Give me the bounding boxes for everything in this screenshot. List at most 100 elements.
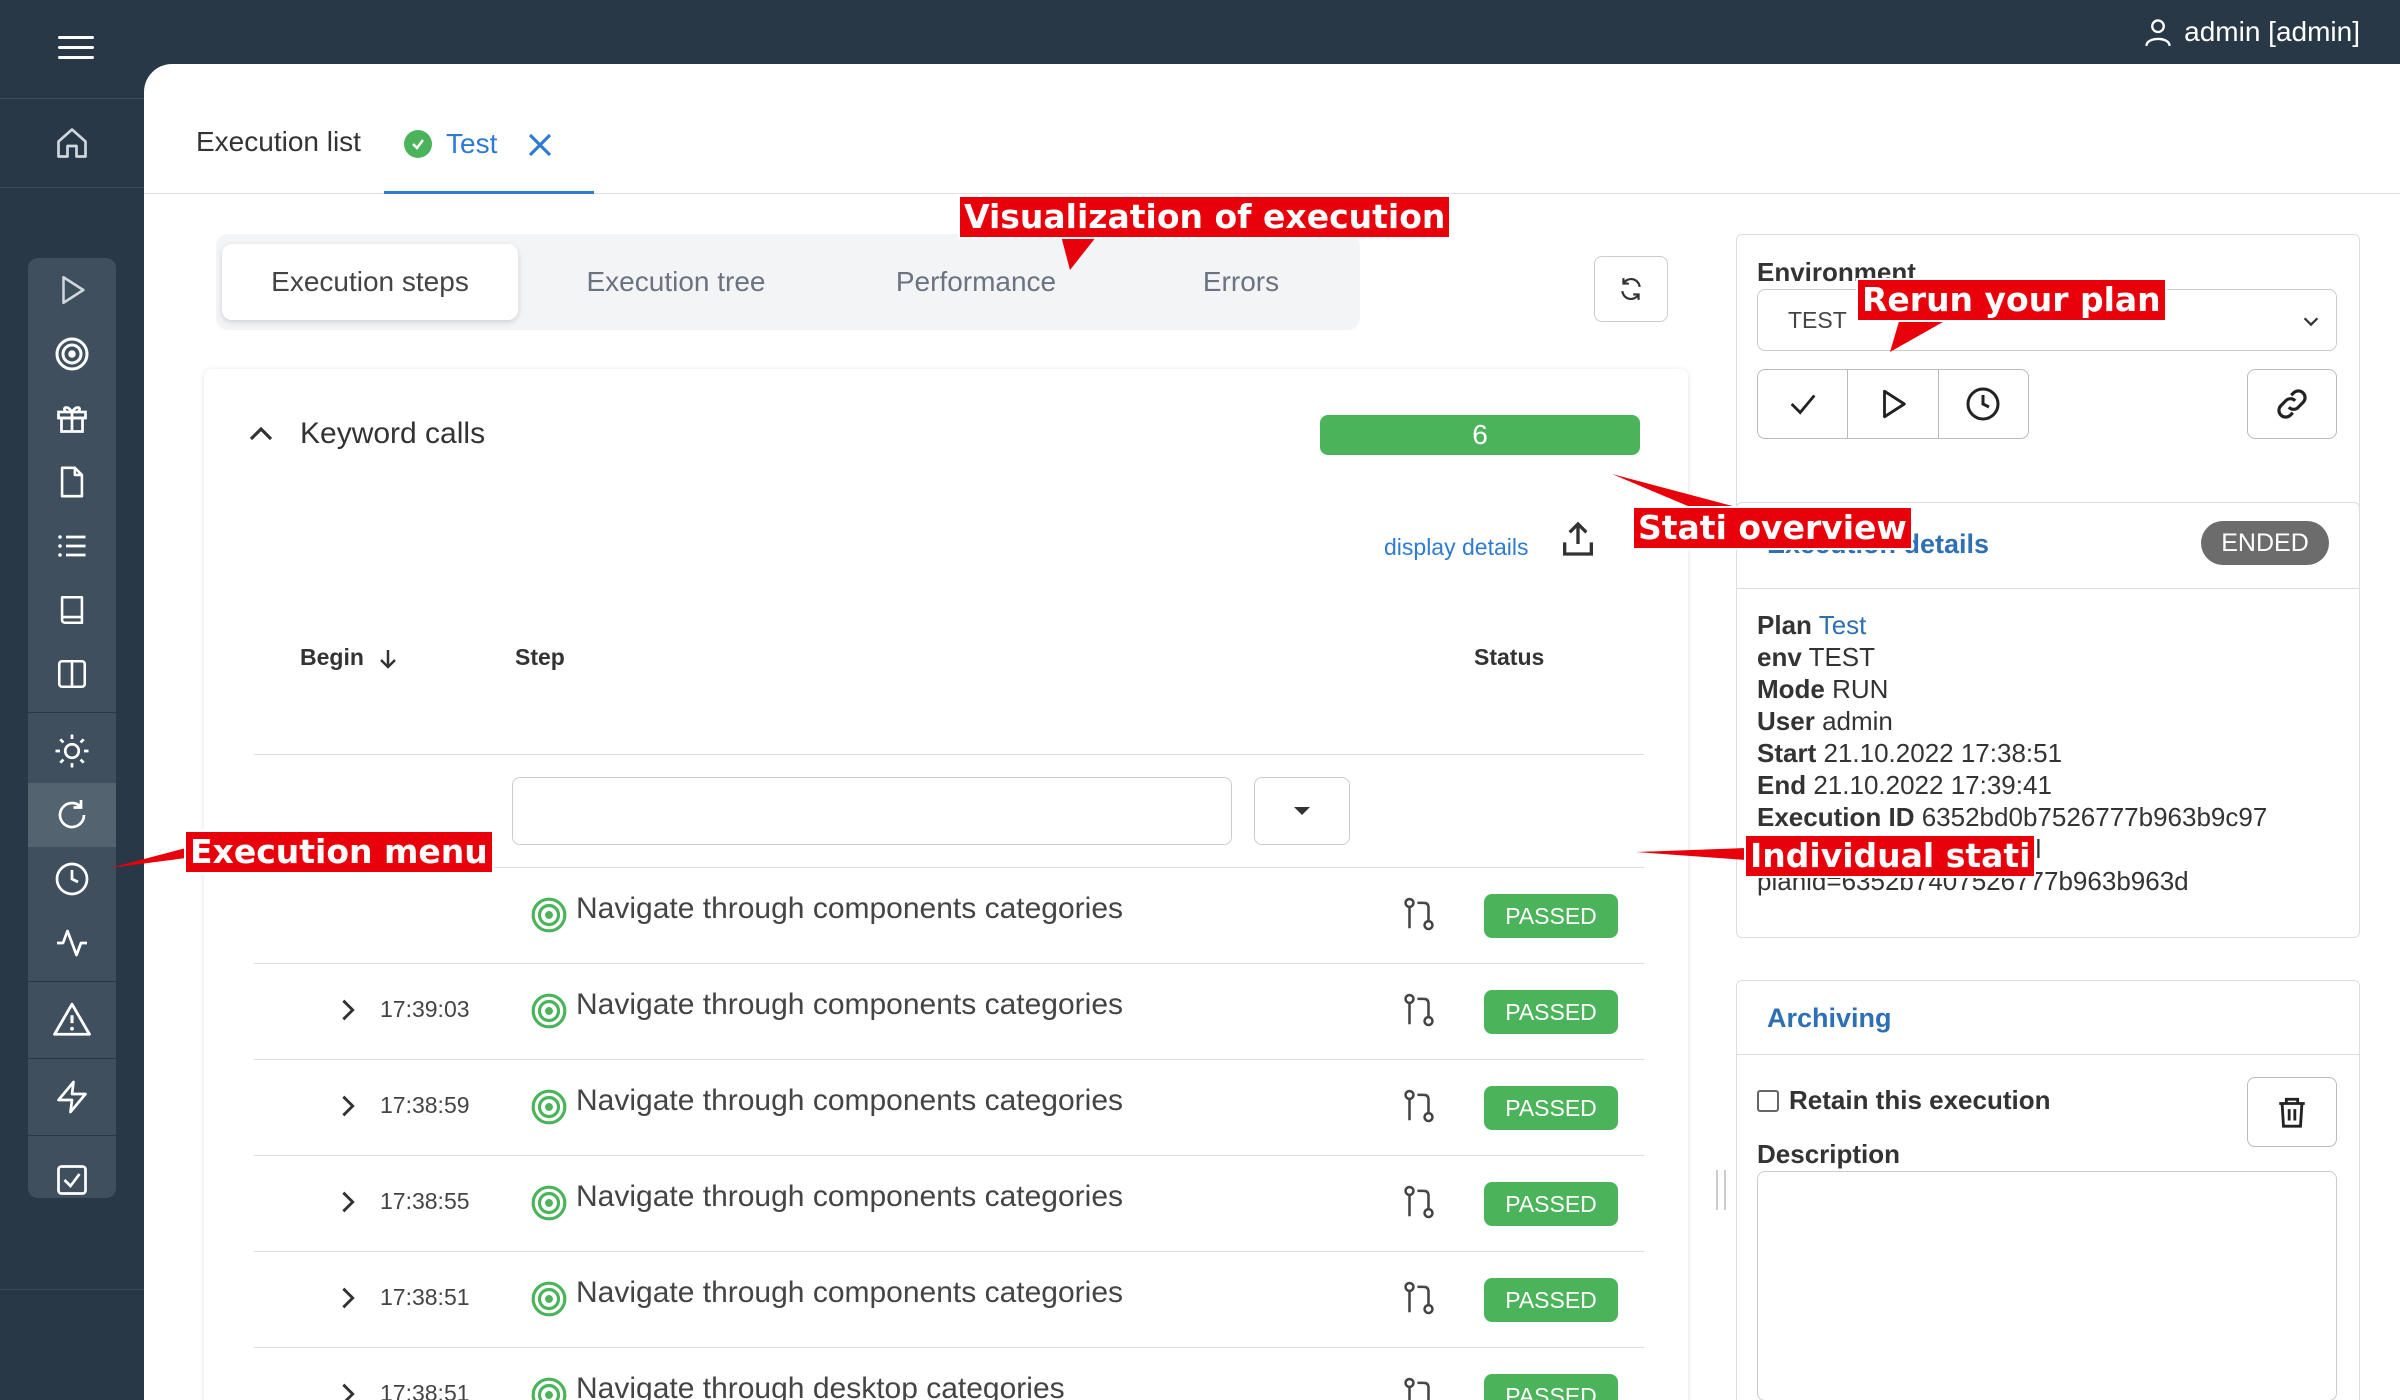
branch-icon[interactable] [1400,894,1438,934]
chevron-right-icon[interactable] [334,994,362,1026]
sidebar-item-dashboards[interactable] [28,642,116,706]
sidebar-item-executions[interactable] [28,783,116,847]
sidebar-item-library[interactable] [28,578,116,642]
lightning-icon [57,1080,87,1114]
copy-link-button[interactable] [2247,369,2337,439]
tab-execution-list[interactable]: Execution list [196,126,361,158]
branch-icon[interactable] [1400,1182,1438,1222]
chevron-up-icon[interactable] [246,419,276,449]
branch-icon[interactable] [1400,1278,1438,1318]
description-label: Description [1757,1139,1901,1169]
delete-button[interactable] [2247,1077,2337,1147]
annotation-visualization: Visualization of execution [958,195,1452,239]
table-row[interactable]: 17:38:51 Navigate through desktop catego… [254,1348,1644,1400]
checkbox-icon[interactable] [1757,1089,1779,1112]
status-badge: PASSED [1484,1278,1618,1322]
table-row[interactable]: 17:38:55 Navigate through components cat… [254,1156,1644,1252]
link-icon [2277,389,2307,419]
top-bar: admin [admin] [0,0,2400,64]
tab-execution-steps[interactable]: Execution steps [222,244,518,320]
keyword-icon [531,897,567,933]
column-begin-label: Begin [300,644,364,670]
columns-icon [57,659,87,689]
column-step[interactable]: Step [515,644,565,671]
step-name: Navigate through desktop categories [576,1372,1065,1400]
refresh-icon [58,800,86,829]
sidebar-item-packages[interactable] [28,386,116,450]
home-button[interactable] [0,98,144,188]
table-row[interactable]: 17:39:03 Navigate through components cat… [254,964,1644,1060]
keyword-icon [531,1377,567,1400]
chevron-right-icon[interactable] [334,1090,362,1122]
sidebar-item-analytics[interactable] [28,911,116,975]
target-icon [55,337,89,371]
chevron-right-icon[interactable] [334,1378,362,1400]
sidebar-nav-group [28,258,116,1198]
clock-icon [1966,387,2000,421]
step-begin-time: 17:38:51 [380,1284,470,1310]
panel-splitter[interactable] [1716,1170,1726,1210]
column-begin[interactable]: Begin [300,644,400,671]
chevron-right-icon[interactable] [334,1282,362,1314]
step-name: Navigate through components categories [576,892,1124,925]
run-button[interactable] [1848,370,1939,438]
display-details-link[interactable]: display details [1384,534,1528,561]
table-row[interactable]: Navigate through components categories P… [254,868,1644,964]
refresh-button[interactable] [1594,256,1668,322]
step-begin-time: 17:38:51 [380,1380,470,1400]
sidebar-item-scheduler[interactable] [28,847,116,911]
file-icon [60,466,84,498]
close-icon[interactable] [525,130,555,160]
keyword-icon [531,1089,567,1125]
check-button[interactable] [1758,370,1849,438]
keyword-icon [531,1185,567,1221]
sidebar-item-keywords[interactable] [28,322,116,386]
table-row[interactable]: 17:38:59 Navigate through components cat… [254,1060,1644,1156]
sidebar-item-status[interactable] [28,719,116,783]
annotation-execution-menu: Execution menu [184,830,494,874]
checkbox-icon [57,1165,87,1195]
status-filter-select[interactable] [1254,777,1350,845]
check-icon [1790,394,1816,415]
view-tabs: Execution steps Execution tree Performan… [216,234,1360,330]
status-badge: PASSED [1484,990,1618,1034]
branch-icon[interactable] [1400,1374,1438,1400]
schedule-button[interactable] [1939,370,2028,438]
sidebar-item-alerts[interactable] [28,988,116,1052]
sidebar-item-parameters[interactable] [28,514,116,578]
sidebar-item-plans[interactable] [28,258,116,322]
status-summary-bar[interactable]: 6 [1320,415,1640,455]
description-textarea[interactable] [1757,1171,2337,1400]
menu-icon[interactable] [58,36,94,60]
sidebar-item-files[interactable] [28,450,116,514]
user-label: admin [admin] [2184,16,2360,47]
book-icon [60,595,84,625]
step-begin-time: 17:38:59 [380,1092,470,1118]
column-status[interactable]: Status [1474,644,1544,671]
step-begin-time: 17:38:55 [380,1188,470,1214]
plan-link[interactable]: Test [1819,610,1867,640]
play-icon [1883,389,1906,419]
branch-icon[interactable] [1400,990,1438,1030]
step-filter-input[interactable] [512,777,1232,845]
user-icon [2145,19,2171,47]
chevron-down-icon [2303,317,2319,327]
sidebar-item-tasks[interactable] [28,1142,116,1198]
retain-execution-checkbox[interactable]: Retain this execution [1757,1085,2051,1116]
user-menu[interactable]: admin [admin] [2144,16,2360,48]
table-row[interactable]: 17:38:51 Navigate through components cat… [254,1252,1644,1348]
activity-icon [57,929,87,957]
keyword-calls-title: Keyword calls [300,417,486,450]
environment-value: TEST [1788,306,1847,333]
tab-execution-tree[interactable]: Execution tree [526,244,826,320]
chevron-right-icon[interactable] [334,1186,362,1218]
main-panel: Execution list Test Execution steps Exec… [144,64,2400,1400]
tab-performance[interactable]: Performance [826,244,1126,320]
tab-test[interactable]: Test [384,112,594,194]
sidebar-item-automation[interactable] [28,1065,116,1129]
arrow-down-icon [380,649,397,669]
gift-icon [57,406,87,433]
branch-icon[interactable] [1400,1086,1438,1126]
export-icon[interactable] [1558,519,1598,559]
tab-errors[interactable]: Errors [1126,244,1356,320]
